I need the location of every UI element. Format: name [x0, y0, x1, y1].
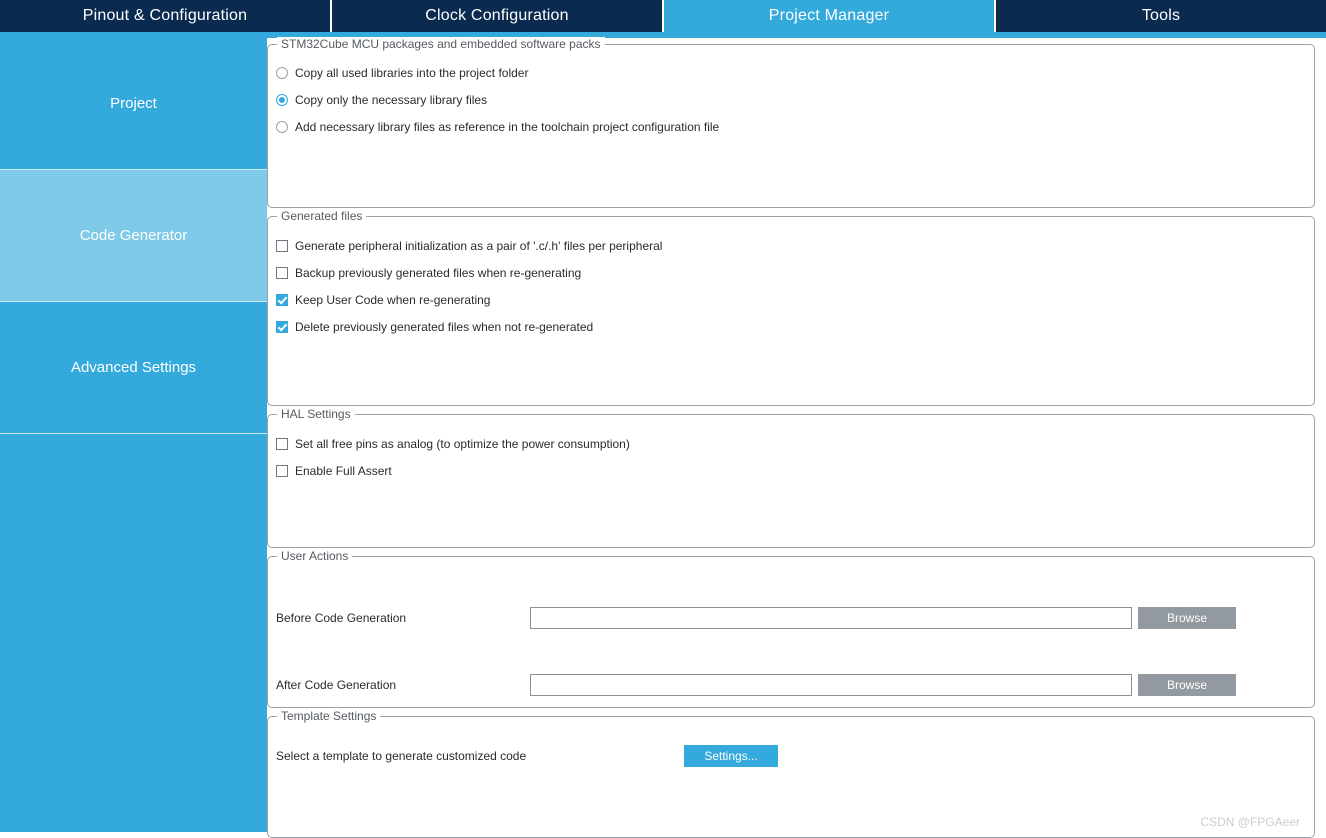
group-template-settings: Template Settings Select a template to g…	[267, 716, 1315, 838]
group-hal-settings: HAL Settings Set all free pins as analog…	[267, 414, 1315, 548]
group-body: Set all free pins as analog (to optimize…	[268, 415, 1314, 547]
before-code-generation-browse-button[interactable]: Browse	[1138, 607, 1236, 629]
sidebar-item-label: Advanced Settings	[71, 359, 196, 376]
option-label: Keep User Code when re-generating	[295, 293, 490, 307]
group-body: Copy all used libraries into the project…	[268, 45, 1314, 207]
checkbox[interactable]	[276, 321, 288, 333]
checkbox-row-keep-user-code[interactable]: Keep User Code when re-generating	[276, 290, 1314, 310]
tab-label: Project Manager	[769, 7, 889, 25]
group-stm32cube-packages: STM32Cube MCU packages and embedded soft…	[267, 44, 1315, 208]
template-settings-button[interactable]: Settings...	[684, 745, 778, 767]
browse-button-label: Browse	[1167, 611, 1207, 625]
option-label: Copy all used libraries into the project…	[295, 66, 528, 80]
tab-clock-configuration[interactable]: Clock Configuration	[332, 0, 664, 32]
sidebar-item-label: Code Generator	[80, 227, 188, 244]
checkbox[interactable]	[276, 294, 288, 306]
checkbox[interactable]	[276, 465, 288, 477]
radio-row-copy-only-necessary[interactable]: Copy only the necessary library files	[276, 90, 1314, 110]
group-user-actions: User Actions Before Code Generation Brow…	[267, 556, 1315, 708]
checkbox[interactable]	[276, 438, 288, 450]
sidebar-item-code-generator[interactable]: Code Generator	[0, 170, 267, 302]
radio-button[interactable]	[276, 121, 288, 133]
before-code-generation-input[interactable]	[530, 607, 1132, 629]
option-label: Add necessary library files as reference…	[295, 120, 719, 134]
checkbox[interactable]	[276, 267, 288, 279]
radio-row-add-as-reference[interactable]: Add necessary library files as reference…	[276, 117, 1314, 137]
group-title: Template Settings	[277, 709, 380, 723]
radio-button[interactable]	[276, 67, 288, 79]
option-label: Delete previously generated files when n…	[295, 320, 593, 334]
tab-tools[interactable]: Tools	[996, 0, 1326, 32]
after-code-generation-input[interactable]	[530, 674, 1132, 696]
checkbox-row-enable-full-assert[interactable]: Enable Full Assert	[276, 461, 1314, 481]
group-body: Generate peripheral initialization as a …	[268, 217, 1314, 405]
sidebar: Project Code Generator Advanced Settings	[0, 38, 267, 832]
template-settings-row: Select a template to generate customized…	[276, 745, 778, 767]
radio-row-copy-all-libraries[interactable]: Copy all used libraries into the project…	[276, 63, 1314, 83]
watermark-text: CSDN @FPGAeer	[1200, 815, 1300, 829]
after-code-generation-label: After Code Generation	[276, 678, 530, 692]
group-title: User Actions	[277, 549, 352, 563]
checkbox-row-backup-previously-generated[interactable]: Backup previously generated files when r…	[276, 263, 1314, 283]
sidebar-empty-area	[0, 434, 267, 832]
checkbox-row-set-free-pins-analog[interactable]: Set all free pins as analog (to optimize…	[276, 434, 1314, 454]
settings-button-label: Settings...	[704, 749, 757, 763]
group-generated-files: Generated files Generate peripheral init…	[267, 216, 1315, 406]
user-action-after-code-generation: After Code Generation Browse	[276, 674, 1306, 696]
tab-label: Clock Configuration	[425, 7, 568, 25]
tab-label: Pinout & Configuration	[83, 7, 248, 25]
option-label: Set all free pins as analog (to optimize…	[295, 437, 630, 451]
user-action-before-code-generation: Before Code Generation Browse	[276, 607, 1306, 629]
checkbox[interactable]	[276, 240, 288, 252]
content-pane: STM32Cube MCU packages and embedded soft…	[267, 38, 1326, 832]
sidebar-item-project[interactable]: Project	[0, 38, 267, 170]
option-label: Generate peripheral initialization as a …	[295, 239, 662, 253]
sidebar-item-advanced-settings[interactable]: Advanced Settings	[0, 302, 267, 434]
browse-button-label: Browse	[1167, 678, 1207, 692]
sidebar-item-label: Project	[110, 95, 157, 112]
checkbox-row-generate-peripheral-init[interactable]: Generate peripheral initialization as a …	[276, 236, 1314, 256]
checkbox-row-delete-previously-generated[interactable]: Delete previously generated files when n…	[276, 317, 1314, 337]
tab-label: Tools	[1142, 7, 1180, 25]
main-area: Project Code Generator Advanced Settings…	[0, 38, 1326, 832]
template-settings-label: Select a template to generate customized…	[276, 749, 684, 763]
option-label: Enable Full Assert	[295, 464, 392, 478]
option-label: Backup previously generated files when r…	[295, 266, 581, 280]
tab-pinout-configuration[interactable]: Pinout & Configuration	[0, 0, 332, 32]
option-label: Copy only the necessary library files	[295, 93, 487, 107]
main-tab-bar: Pinout & Configuration Clock Configurati…	[0, 0, 1326, 32]
radio-button[interactable]	[276, 94, 288, 106]
after-code-generation-browse-button[interactable]: Browse	[1138, 674, 1236, 696]
before-code-generation-label: Before Code Generation	[276, 611, 530, 625]
tab-project-manager[interactable]: Project Manager	[664, 0, 996, 32]
